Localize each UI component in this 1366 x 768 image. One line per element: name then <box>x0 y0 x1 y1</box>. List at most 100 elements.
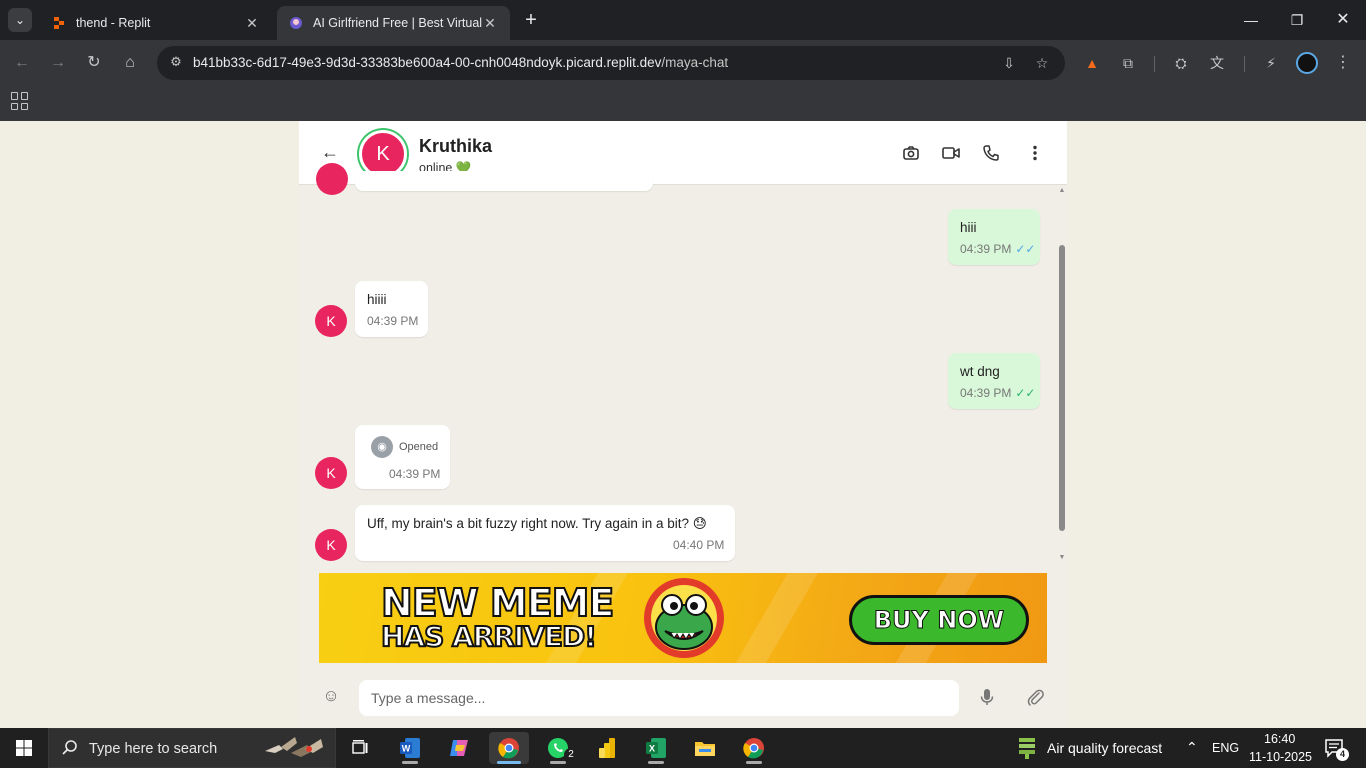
view-once-message[interactable]: ◉ Opened 04:39 PM <box>355 425 450 489</box>
extensions-puzzle-icon[interactable]: ⧉ <box>1117 52 1139 74</box>
ad-decor-stripe <box>718 573 830 663</box>
browser-menu-icon[interactable]: ⋮ <box>1332 52 1354 74</box>
taskbar-whatsapp[interactable]: 2 <box>538 732 578 764</box>
message-bubble-outgoing[interactable]: hiii 04:39 PM ✓✓ <box>948 209 1040 265</box>
ad-subheadline: HAS ARRIVED! <box>380 619 598 654</box>
ad-headline: NEW MEME <box>380 580 615 626</box>
taskbar-chrome[interactable] <box>489 732 529 764</box>
message-text: wt dng <box>960 364 1000 379</box>
taskbar-powerbi[interactable] <box>587 732 627 764</box>
opened-label: Opened <box>399 441 439 453</box>
bookmark-star-icon[interactable]: ☆ <box>1032 53 1052 73</box>
toolbar-divider <box>1154 56 1155 72</box>
taskbar-excel[interactable]: X <box>636 732 676 764</box>
task-view-button[interactable] <box>340 732 380 764</box>
tab-ai-girlfriend[interactable]: AI Girlfriend Free | Best Virtual C ✕ <box>277 6 510 40</box>
message-time-text: 04:39 PM <box>960 242 1012 256</box>
scroll-thumb[interactable] <box>1059 245 1065 531</box>
incognito-icon[interactable]: ⛭ <box>1170 52 1192 74</box>
microphone-icon[interactable] <box>977 687 997 707</box>
taskbar-copilot[interactable] <box>439 732 479 764</box>
install-app-icon[interactable]: ⇩ <box>999 53 1019 73</box>
ad-banner[interactable]: NEW MEME HAS ARRIVED! BUY NOW <box>319 573 1047 663</box>
emoji-icon[interactable]: ☺ <box>321 686 341 706</box>
notification-count-badge: 4 <box>1336 748 1349 761</box>
search-icon <box>62 740 77 755</box>
running-indicator <box>402 761 418 764</box>
site-info-icon[interactable]: ⚙ <box>167 54 185 72</box>
power-bi-icon <box>599 738 615 758</box>
message-bubble-incoming[interactable]: Uff, my brain's a bit fuzzy right now. T… <box>355 505 735 561</box>
taskbar-file-explorer[interactable] <box>685 732 725 764</box>
message-bubble-outgoing[interactable]: wt dng 04:39 PM ✓✓ <box>948 353 1040 409</box>
taskbar-word[interactable]: W <box>390 732 430 764</box>
address-bar[interactable]: ⚙ b41bb33c-6d17-49e3-9d3d-33383be600a4-0… <box>157 46 1065 80</box>
message-time: 04:40 PM <box>673 538 725 552</box>
forward-arrow-icon[interactable]: → <box>46 51 70 75</box>
home-icon[interactable]: ⌂ <box>118 51 142 75</box>
frog-mascot-icon <box>644 578 724 658</box>
url-path: /maya-chat <box>661 55 729 70</box>
scroll-down-arrow-icon[interactable]: ▼ <box>1058 554 1066 561</box>
reload-icon[interactable]: ↻ <box>82 51 106 75</box>
minimize-icon[interactable]: — <box>1228 0 1274 40</box>
tab-title: AI Girlfriend Free | Best Virtual C <box>313 16 482 30</box>
tab-replit[interactable]: thend - Replit ✕ <box>40 6 272 40</box>
replit-favicon-icon <box>54 17 64 29</box>
restore-icon[interactable]: ❐ <box>1274 0 1320 40</box>
read-ticks-icon: ✓✓ <box>1015 242 1036 256</box>
svg-text:W: W <box>402 744 411 754</box>
extension-fox-icon[interactable]: ▲ <box>1081 52 1103 74</box>
message-avatar: K <box>315 457 347 489</box>
search-highlight-birds-icon <box>265 737 323 757</box>
tab-title: thend - Replit <box>76 16 151 30</box>
apps-grid-icon[interactable] <box>11 92 29 110</box>
taskbar-chrome-2[interactable] <box>734 732 774 764</box>
clock-time[interactable]: 16:40 <box>1264 732 1295 746</box>
profile-avatar-icon[interactable] <box>1296 52 1318 74</box>
phone-call-icon[interactable] <box>981 143 1001 163</box>
video-call-icon[interactable] <box>941 143 961 163</box>
clock-date[interactable]: 11-10-2025 <box>1249 750 1312 764</box>
language-indicator[interactable]: ENG <box>1212 741 1239 755</box>
weather-text[interactable]: Air quality forecast <box>1047 740 1162 756</box>
url-text[interactable]: b41bb33c-6d17-49e3-9d3d-33383be600a4-00-… <box>193 55 728 70</box>
whatsapp-badge: 2 <box>564 748 578 762</box>
eye-icon: ◉ <box>371 436 393 458</box>
message-text: hiii <box>960 220 977 235</box>
message-input[interactable] <box>359 680 959 716</box>
message-time-text: 04:39 PM <box>960 386 1012 400</box>
taskbar-search-box[interactable]: Type here to search <box>48 728 336 768</box>
url-host: b41bb33c-6d17-49e3-9d3d-33383be600a4-00-… <box>193 55 662 70</box>
attachment-icon[interactable] <box>1025 687 1045 707</box>
tab-close-icon[interactable]: ✕ <box>244 15 260 32</box>
message-time: 04:39 PM ✓✓ <box>960 242 1035 256</box>
page-viewport: ← K Kruthika online 💚 hiii 04:39 PM ✓✓ K … <box>0 121 1366 728</box>
air-quality-icon[interactable] <box>1016 736 1038 760</box>
message-scrollbar[interactable]: ▲ ▼ <box>1057 185 1067 565</box>
performance-icon[interactable]: ⚡ <box>1260 52 1282 74</box>
chat-window: ← K Kruthika online 💚 hiii 04:39 PM ✓✓ K … <box>299 121 1067 728</box>
tab-close-icon[interactable]: ✕ <box>482 15 498 32</box>
running-indicator <box>648 761 664 764</box>
translate-icon[interactable]: 文 <box>1206 52 1228 74</box>
scroll-up-arrow-icon[interactable]: ▲ <box>1058 187 1066 194</box>
tab-search-chevron-icon[interactable]: ⌄ <box>8 8 32 32</box>
message-list[interactable]: hiii 04:39 PM ✓✓ K hiiii 04:39 PM wt dng … <box>299 163 1067 565</box>
show-hidden-icons-chevron-icon[interactable]: ⌃ <box>1186 739 1198 756</box>
message-time: 04:39 PM <box>367 314 419 328</box>
folder-icon <box>695 742 715 756</box>
message-avatar: K <box>315 529 347 561</box>
back-arrow-icon[interactable]: ← <box>321 142 341 162</box>
windows-start-icon[interactable] <box>0 728 48 768</box>
message-time: 04:39 PM ✓✓ <box>960 386 1035 400</box>
buy-now-button[interactable]: BUY NOW <box>849 595 1029 645</box>
new-tab-plus-icon[interactable]: + <box>519 8 543 32</box>
message-bubble-incoming[interactable]: hiiii 04:39 PM <box>355 281 428 337</box>
browser-tab-bar: ⌄ thend - Replit ✕ AI Girlfriend Free | … <box>0 0 1366 40</box>
camera-icon[interactable] <box>901 143 921 163</box>
more-options-icon[interactable] <box>1025 143 1045 163</box>
message-time: 04:39 PM <box>389 467 441 481</box>
close-window-icon[interactable]: ✕ <box>1320 0 1366 40</box>
back-arrow-icon[interactable]: ← <box>10 51 34 75</box>
